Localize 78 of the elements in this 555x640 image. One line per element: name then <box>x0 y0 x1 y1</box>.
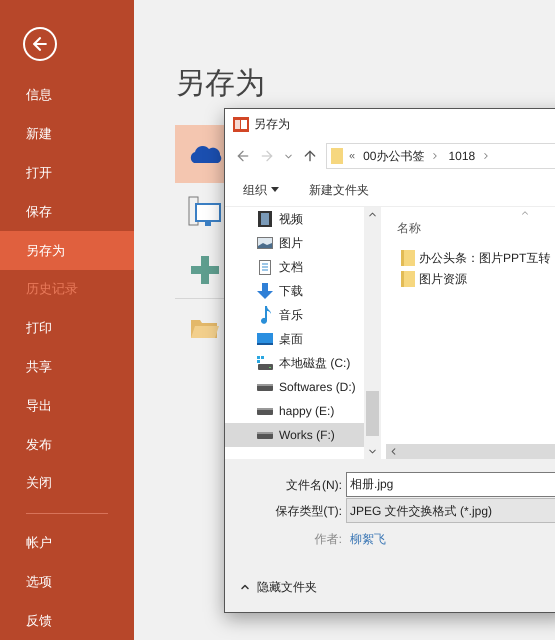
up-icon[interactable] <box>302 148 318 164</box>
field-label: 保存类型(T): <box>274 502 343 520</box>
caret-icon <box>271 187 279 192</box>
music-note-icon <box>259 306 271 324</box>
dialog-title: 另存为 <box>254 116 290 133</box>
tree-item[interactable]: happy (E:) <box>225 399 364 423</box>
plus-icon <box>191 256 219 284</box>
folder-icon <box>401 250 415 266</box>
menu-item[interactable]: 选项 <box>0 562 134 602</box>
menu-item[interactable]: 另存为 <box>0 231 134 270</box>
toolbar-button[interactable]: 新建文件夹 <box>309 180 369 198</box>
scrollbar-thumb[interactable] <box>366 390 379 436</box>
tree-item[interactable]: 音乐 <box>225 303 364 327</box>
back-button[interactable] <box>23 27 57 61</box>
breadcrumb-overflow[interactable]: « <box>349 148 356 164</box>
menu-item[interactable]: 共享 <box>0 347 134 386</box>
desktop-icon <box>257 333 273 345</box>
tree-item[interactable]: 本地磁盘 (C:) <box>225 351 364 375</box>
tree-item[interactable]: Works (F:) <box>225 423 364 447</box>
tree-item-label: Softwares (D:) <box>279 379 356 396</box>
breadcrumb-item[interactable]: 1018 <box>448 147 476 165</box>
menu-item[interactable]: 新建 <box>0 114 134 154</box>
menu-item[interactable]: 打开 <box>0 153 134 192</box>
tree-item[interactable]: 视频 <box>225 207 364 231</box>
folder-icon <box>331 148 343 164</box>
vertical-scrollbar[interactable] <box>364 207 381 459</box>
folder-name: 图片资源 <box>419 270 467 288</box>
author-link[interactable]: 柳絮飞 <box>350 530 386 548</box>
tree-item-label: 文档 <box>279 259 303 276</box>
tree-item-label: 视频 <box>279 211 303 228</box>
folder-icon <box>190 317 220 339</box>
menu-item[interactable]: 帐户 <box>0 524 134 562</box>
tree-item-label: 桌面 <box>279 331 303 348</box>
tree-item-label: 音乐 <box>279 307 303 324</box>
tree-item-label: 图片 <box>279 235 303 252</box>
tree-item-label: happy (E:) <box>279 403 334 420</box>
folder-name: 办公头条：图片PPT互转 <box>419 250 550 266</box>
cloud-icon <box>188 143 222 165</box>
tree-item-label: Works (F:) <box>279 427 335 444</box>
folder-icon <box>401 270 415 286</box>
down-arrow-icon <box>257 283 273 299</box>
computer-icon <box>188 196 222 228</box>
menu-item[interactable]: 导出 <box>0 386 134 426</box>
breadcrumb-item[interactable]: 00办公书签 <box>363 147 424 165</box>
field-label: 文件名(N): <box>285 476 343 494</box>
tree-item[interactable]: 桌面 <box>225 327 364 351</box>
menu-item[interactable]: 保存 <box>0 192 134 232</box>
film-icon <box>258 211 272 227</box>
tree-item[interactable]: 图片 <box>225 231 364 255</box>
drive-icon <box>257 432 273 438</box>
file-type-dropdown[interactable]: JPEG 文件交换格式 (*.jpg) <box>346 498 555 523</box>
hide-folders-link[interactable]: 隐藏文件夹 <box>257 578 317 596</box>
tree-item-label: 下载 <box>279 283 303 300</box>
drive-icon <box>257 384 273 390</box>
filename-field[interactable]: 相册.jpg <box>346 472 555 497</box>
toolbar-button[interactable]: 组织 <box>243 180 279 198</box>
tree-item[interactable]: 下载 <box>225 279 364 303</box>
menu-item[interactable]: 信息 <box>0 76 134 115</box>
folder-item[interactable]: 图片资源 <box>401 268 555 289</box>
author-label: 作者: <box>314 531 343 548</box>
tree-item[interactable]: 文档 <box>225 255 364 279</box>
tree-item[interactable]: Softwares (D:) <box>225 375 364 399</box>
drive-icon <box>257 408 273 414</box>
menu-item[interactable]: 打印 <box>0 308 134 348</box>
drive-icon <box>257 356 273 370</box>
document-icon <box>259 260 271 274</box>
address-bar[interactable]: « 00办公书签 1018 <box>326 143 555 169</box>
folder-item[interactable]: 办公头条：图片PPT互转 <box>401 247 555 268</box>
picture-icon <box>257 237 273 249</box>
page-title: 另存为 <box>175 66 266 102</box>
menu-item[interactable]: 关闭 <box>0 464 134 503</box>
column-header[interactable]: 名称 <box>397 219 421 237</box>
tree-item-label: 本地磁盘 (C:) <box>279 355 350 372</box>
menu-item[interactable]: 反馈 <box>0 601 134 640</box>
presentation-app-icon <box>233 116 249 132</box>
horizontal-scrollbar[interactable] <box>386 444 555 459</box>
menu-item[interactable]: 发布 <box>0 425 134 464</box>
back-icon[interactable] <box>235 148 251 164</box>
